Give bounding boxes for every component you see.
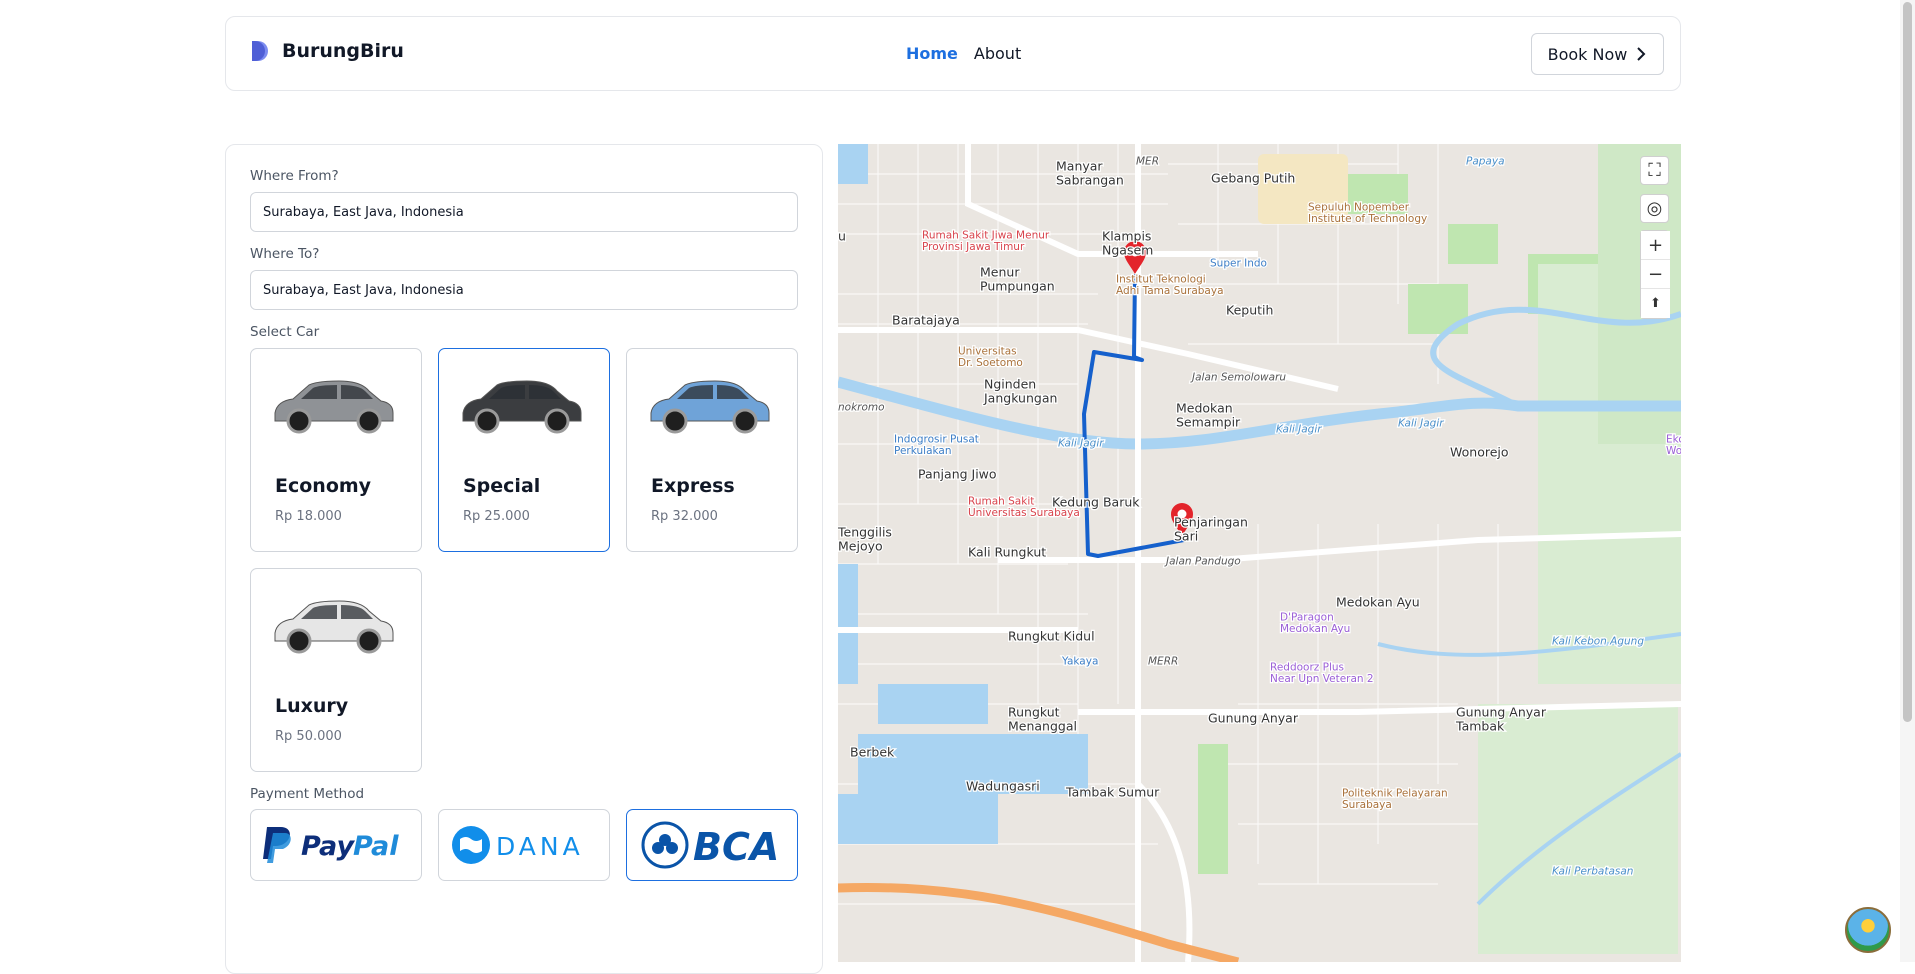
- car-image: [650, 380, 770, 434]
- map-label-area: Wonorejo: [1450, 445, 1509, 460]
- payment-option-dana[interactable]: DANA: [438, 809, 610, 881]
- map-label-area: Kedung Baruk: [1052, 495, 1140, 510]
- map-label-edu: Universitas Dr. Soetomo: [958, 346, 1023, 370]
- map-label-area: Wadungasri: [966, 779, 1040, 794]
- chevron-right-icon: [1637, 47, 1646, 61]
- route-map[interactable]: Manyar Sabrangan Gebang Putih Sepuluh Nopem…: [838, 144, 1681, 962]
- map-label-area: Gebang Putih: [1211, 171, 1295, 186]
- map-label-shop: Yakaya: [1061, 656, 1098, 668]
- map-label-area: Rungkut Kidul: [1008, 629, 1095, 644]
- payment-method-label: Payment Method: [250, 786, 365, 802]
- map-label-water: Kali Jagir: [1058, 438, 1104, 450]
- brand[interactable]: BurungBiru: [250, 39, 404, 63]
- map-label-water: Kali Jagir: [1398, 418, 1444, 430]
- nav-links: Home About: [906, 44, 1021, 63]
- locate-icon: ◎: [1646, 198, 1663, 219]
- fullscreen-button[interactable]: ⛶: [1640, 156, 1669, 185]
- map-label-area: Klampis Ngasem: [1102, 229, 1153, 258]
- car-rear-wheel: [356, 628, 382, 654]
- zoom-out-button[interactable]: −: [1641, 260, 1670, 289]
- map-label-water: Kali Jagir: [1276, 424, 1322, 436]
- car-name: Luxury: [275, 695, 349, 717]
- map-label-area: Baratajaya: [892, 313, 960, 328]
- paypal-logo: Pay Pal: [263, 827, 399, 863]
- car-price: Rp 50.000: [275, 729, 342, 744]
- map-label-area: Keputih: [1226, 303, 1273, 318]
- locate-button[interactable]: ◎: [1640, 194, 1669, 223]
- map-label-road: MER: [1136, 156, 1159, 168]
- compass-button[interactable]: ⬆: [1641, 289, 1670, 318]
- map-label-poi: Ekowisata MangroveWonorejo: [1666, 434, 1681, 458]
- from-label: Where From?: [250, 168, 339, 184]
- book-now-label: Book Now: [1547, 44, 1628, 64]
- map-label-road: Jalan Semolowaru: [1190, 372, 1286, 384]
- car-price: Rp 32.000: [651, 509, 718, 524]
- svg-text:Pal: Pal: [353, 831, 399, 862]
- map-label-water: Kali Kebon Agung: [1552, 636, 1644, 648]
- map-label-road: nokromo: [838, 402, 885, 414]
- car-front-wheel: [474, 408, 500, 434]
- svg-text:Pay: Pay: [301, 831, 355, 862]
- map-label-area: Medokan Ayu: [1336, 595, 1420, 610]
- select-car-label: Select Car: [250, 324, 320, 340]
- car-option-special[interactable]: Special Rp 25.000: [438, 348, 610, 552]
- page-scrollbar[interactable]: [1900, 0, 1915, 962]
- book-now-button[interactable]: Book Now: [1531, 33, 1664, 75]
- map-label-area: Medokan Semampir: [1176, 401, 1241, 430]
- car-name: Express: [651, 475, 735, 497]
- fullscreen-icon: ⛶: [1648, 160, 1661, 181]
- map-label-water: Papaya: [1466, 156, 1505, 168]
- to-input[interactable]: [250, 270, 798, 310]
- nav-link-home[interactable]: Home: [906, 44, 958, 63]
- map-label-area: Tambak Sumur: [1065, 785, 1160, 800]
- map-label-road: Jalan Pandugo: [1164, 556, 1241, 568]
- car-rear-wheel: [544, 408, 570, 434]
- car-image: [274, 600, 394, 654]
- from-input[interactable]: [250, 192, 798, 232]
- svg-text:BCA: BCA: [693, 825, 779, 869]
- car-front-wheel: [662, 408, 688, 434]
- map-label-area: Panjang Jiwo: [918, 467, 997, 482]
- plus-icon: +: [1647, 234, 1664, 256]
- zoom-controls: + − ⬆: [1640, 230, 1670, 319]
- svg-text:DANA: DANA: [496, 832, 584, 861]
- car-option-luxury[interactable]: Luxury Rp 50.000: [250, 568, 422, 772]
- map-label-area: Kali Rungkut: [968, 545, 1046, 560]
- payment-option-paypal[interactable]: Pay Pal: [250, 809, 422, 881]
- car-rear-wheel: [356, 408, 382, 434]
- car-price: Rp 18.000: [275, 509, 342, 524]
- zoom-in-button[interactable]: +: [1641, 231, 1670, 260]
- brand-logo-icon: [252, 41, 268, 61]
- floating-chat-widget[interactable]: [1845, 907, 1891, 953]
- car-option-express[interactable]: Express Rp 32.000: [626, 348, 798, 552]
- map-label-shop: Super Indo: [1210, 258, 1267, 270]
- brand-name: BurungBiru: [282, 40, 404, 62]
- payment-option-bca[interactable]: BCA: [626, 809, 798, 881]
- map-label-road: MERR: [1148, 656, 1178, 668]
- navbar: BurungBiru Home About Book Now: [225, 16, 1681, 91]
- car-image: [274, 380, 394, 434]
- map-label-water: Kali Perbatasan: [1552, 866, 1633, 878]
- scrollbar-thumb[interactable]: [1903, 2, 1912, 722]
- map-label-area: Berbek: [850, 745, 895, 760]
- map-canvas[interactable]: Manyar Sabrangan Gebang PutihSepuluh Nopem…: [838, 144, 1681, 962]
- car-front-wheel: [286, 628, 312, 654]
- car-image: [462, 380, 582, 434]
- dana-logo: DANA: [452, 826, 584, 864]
- car-price: Rp 25.000: [463, 509, 530, 524]
- car-option-economy[interactable]: Economy Rp 18.000: [250, 348, 422, 552]
- bca-logo: BCA: [641, 821, 779, 869]
- car-rear-wheel: [732, 408, 758, 434]
- car-name: Special: [463, 475, 541, 497]
- booking-form: Where From? Where To? Select Car Economy…: [225, 144, 823, 974]
- to-label: Where To?: [250, 246, 320, 262]
- compass-icon: ⬆: [1650, 296, 1661, 311]
- car-name: Economy: [275, 475, 372, 497]
- map-label-area: u: [838, 229, 846, 244]
- car-front-wheel: [286, 408, 312, 434]
- map-label-area: Gunung Anyar: [1208, 711, 1299, 726]
- minus-icon: −: [1647, 263, 1664, 285]
- nav-link-about[interactable]: About: [974, 44, 1021, 63]
